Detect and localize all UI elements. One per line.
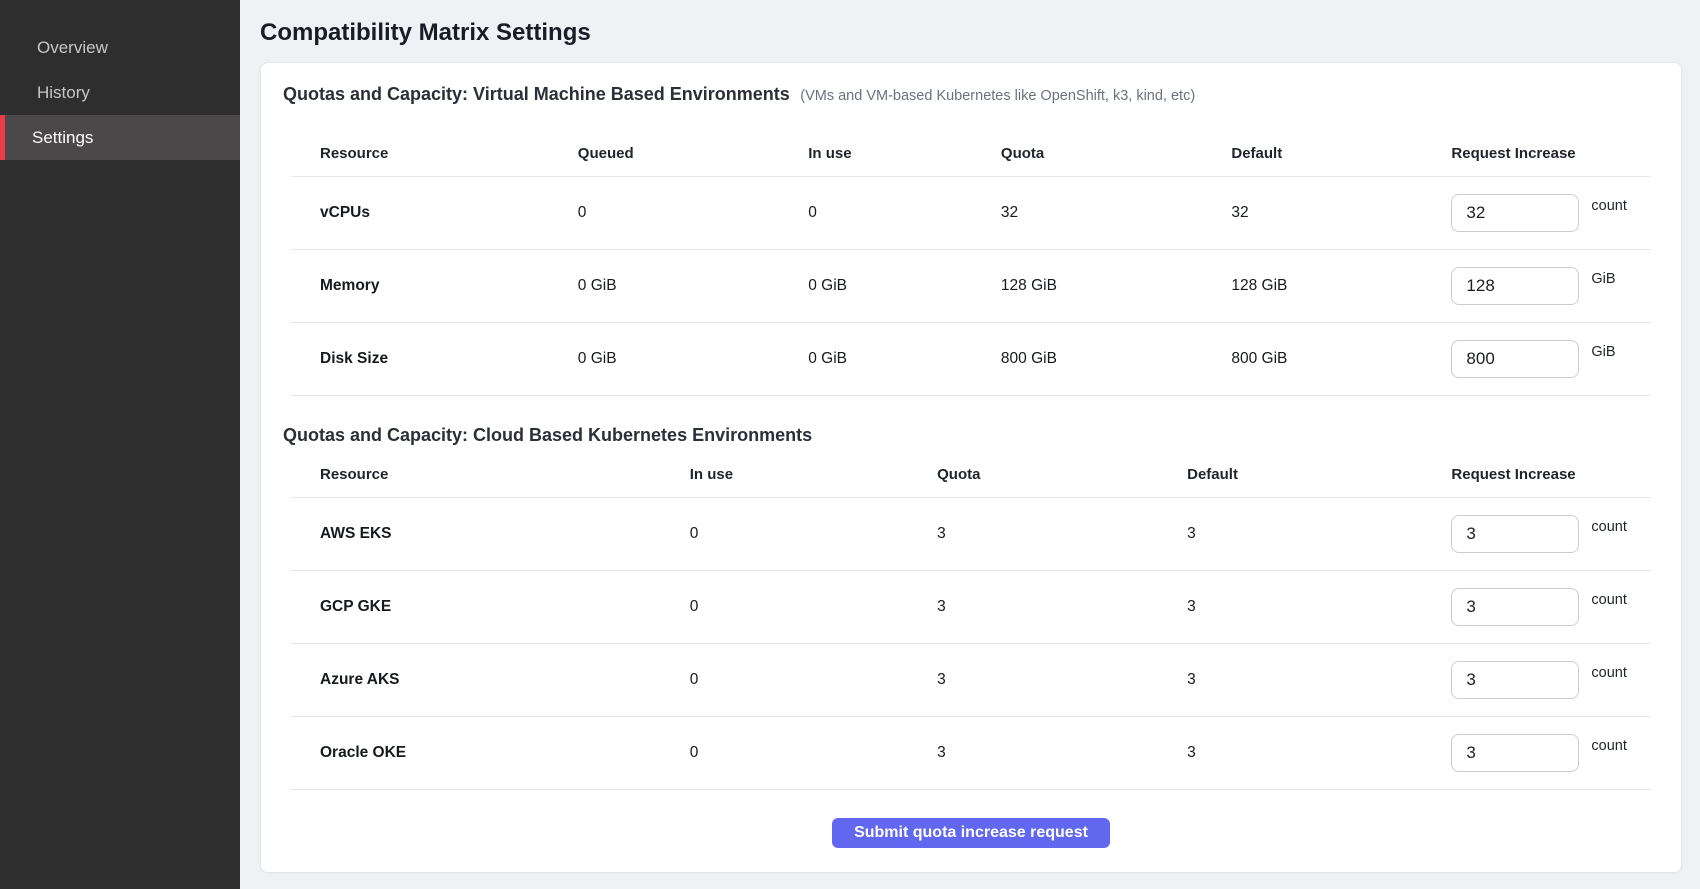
column-header-request-increase: Request Increase <box>1451 466 1622 483</box>
sidebar-item-settings[interactable]: Settings <box>0 115 240 160</box>
vm-table-header-row: Resource Queued In use Quota Default Req… <box>291 131 1651 177</box>
in-use-cell: 0 <box>690 525 937 543</box>
cloud-table-header-row: Resource In use Quota Default Request In… <box>291 452 1651 498</box>
request-increase-input[interactable] <box>1451 267 1579 305</box>
column-header-queued: Queued <box>578 145 808 162</box>
table-row: vCPUs 0 0 32 32 count <box>291 177 1651 250</box>
request-increase-cell: count <box>1451 515 1626 553</box>
request-increase-cell: GiB <box>1451 340 1622 378</box>
table-row: Azure AKS 0 3 3 count <box>291 644 1651 717</box>
quota-cell: 32 <box>1001 204 1231 222</box>
table-row: Memory 0 GiB 0 GiB 128 GiB 128 GiB GiB <box>291 250 1651 323</box>
column-header-quota: Quota <box>1001 145 1231 162</box>
sidebar-item-label: History <box>37 83 90 103</box>
vm-section-heading: Quotas and Capacity: Virtual Machine Bas… <box>283 83 1659 107</box>
request-increase-cell: count <box>1451 194 1626 232</box>
unit-label: GiB <box>1591 271 1615 287</box>
table-row: GCP GKE 0 3 3 count <box>291 571 1651 644</box>
default-cell: 3 <box>1187 744 1451 762</box>
unit-label: count <box>1591 738 1626 754</box>
column-header-quota: Quota <box>937 466 1187 483</box>
in-use-cell: 0 <box>690 744 937 762</box>
quota-cell: 3 <box>937 525 1187 543</box>
queued-cell: 0 GiB <box>578 350 808 368</box>
request-increase-cell: count <box>1451 588 1626 626</box>
vm-table-body: vCPUs 0 0 32 32 count Memory 0 GiB 0 GiB… <box>291 177 1651 396</box>
sidebar-item-history[interactable]: History <box>0 70 240 115</box>
table-row: Disk Size 0 GiB 0 GiB 800 GiB 800 GiB Gi… <box>291 323 1651 396</box>
sidebar: Overview History Settings <box>0 0 240 889</box>
sidebar-item-overview[interactable]: Overview <box>0 25 240 70</box>
default-cell: 800 GiB <box>1231 350 1451 368</box>
table-row: AWS EKS 0 3 3 count <box>291 498 1651 571</box>
cloud-section-title: Quotas and Capacity: Cloud Based Kuberne… <box>283 425 812 445</box>
queued-cell: 0 GiB <box>578 277 808 295</box>
default-cell: 32 <box>1231 204 1451 222</box>
in-use-cell: 0 <box>690 598 937 616</box>
unit-label: count <box>1591 592 1626 608</box>
resource-cell: vCPUs <box>320 204 578 222</box>
request-increase-input[interactable] <box>1451 661 1579 699</box>
submit-button-row: Submit quota increase request <box>283 818 1659 848</box>
default-cell: 128 GiB <box>1231 277 1451 295</box>
in-use-cell: 0 <box>690 671 937 689</box>
request-increase-cell: GiB <box>1451 267 1622 305</box>
resource-cell: AWS EKS <box>320 525 690 543</box>
column-header-in-use: In use <box>690 466 937 483</box>
request-increase-cell: count <box>1451 661 1626 699</box>
resource-cell: GCP GKE <box>320 598 690 616</box>
resource-cell: Memory <box>320 277 578 295</box>
request-increase-input[interactable] <box>1451 194 1579 232</box>
sidebar-item-label: Settings <box>32 128 93 148</box>
resource-cell: Azure AKS <box>320 671 690 689</box>
settings-card: Quotas and Capacity: Virtual Machine Bas… <box>260 62 1682 873</box>
cloud-section-heading: Quotas and Capacity: Cloud Based Kuberne… <box>283 424 1659 448</box>
in-use-cell: 0 GiB <box>808 277 1001 295</box>
quota-cell: 128 GiB <box>1001 277 1231 295</box>
app-root: Overview History Settings Compatibility … <box>0 0 1700 889</box>
table-row: Oracle OKE 0 3 3 count <box>291 717 1651 790</box>
column-header-default: Default <box>1231 145 1451 162</box>
column-header-default: Default <box>1187 466 1451 483</box>
quota-cell: 3 <box>937 598 1187 616</box>
column-header-resource: Resource <box>320 145 578 162</box>
resource-cell: Disk Size <box>320 350 578 368</box>
in-use-cell: 0 <box>808 204 1001 222</box>
column-header-in-use: In use <box>808 145 1001 162</box>
request-increase-cell: count <box>1451 734 1626 772</box>
queued-cell: 0 <box>578 204 808 222</box>
main-content: Compatibility Matrix Settings Quotas and… <box>240 0 1700 889</box>
request-increase-input[interactable] <box>1451 588 1579 626</box>
column-header-request-increase: Request Increase <box>1451 145 1622 162</box>
unit-label: count <box>1591 198 1626 214</box>
default-cell: 3 <box>1187 671 1451 689</box>
request-increase-input[interactable] <box>1451 340 1579 378</box>
cloud-table-body: AWS EKS 0 3 3 count GCP GKE 0 3 3 count … <box>291 498 1651 790</box>
request-increase-input[interactable] <box>1451 515 1579 553</box>
page-title: Compatibility Matrix Settings <box>260 18 1682 48</box>
default-cell: 3 <box>1187 598 1451 616</box>
column-header-resource: Resource <box>320 466 690 483</box>
vm-section-title: Quotas and Capacity: Virtual Machine Bas… <box>283 84 790 104</box>
unit-label: count <box>1591 519 1626 535</box>
cloud-quota-table: Resource In use Quota Default Request In… <box>291 452 1651 790</box>
unit-label: GiB <box>1591 344 1615 360</box>
vm-quota-table: Resource Queued In use Quota Default Req… <box>291 131 1651 396</box>
in-use-cell: 0 GiB <box>808 350 1001 368</box>
sidebar-item-label: Overview <box>37 38 108 58</box>
unit-label: count <box>1591 665 1626 681</box>
default-cell: 3 <box>1187 525 1451 543</box>
vm-section-note: (VMs and VM-based Kubernetes like OpenSh… <box>800 88 1195 104</box>
quota-cell: 3 <box>937 744 1187 762</box>
quota-cell: 800 GiB <box>1001 350 1231 368</box>
resource-cell: Oracle OKE <box>320 744 690 762</box>
submit-quota-increase-button[interactable]: Submit quota increase request <box>832 818 1110 848</box>
request-increase-input[interactable] <box>1451 734 1579 772</box>
quota-cell: 3 <box>937 671 1187 689</box>
